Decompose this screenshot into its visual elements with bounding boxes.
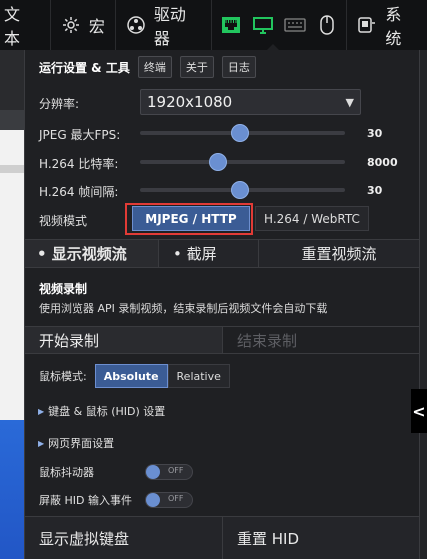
keyboard-icon[interactable]	[284, 15, 307, 35]
h264-bitrate-label: H.264 比特率:	[39, 157, 119, 171]
slider-knob[interactable]	[231, 181, 250, 199]
drive-icon	[126, 15, 146, 35]
menu-macro-label: 宏	[88, 17, 105, 36]
h264-bitrate-slider[interactable]	[140, 153, 345, 171]
jiggler-row: 鼠标抖动器 OFF	[39, 464, 193, 480]
web-settings-label: 网页界面设置	[48, 437, 115, 450]
jpeg-fps-label: JPEG 最大FPS:	[39, 128, 121, 142]
menu-system[interactable]: 系统	[347, 0, 427, 50]
gear-icon	[61, 15, 81, 35]
reset-hid-button[interactable]: 重置 HID	[222, 517, 419, 559]
reset-stream-button[interactable]: 重置视频流	[258, 240, 419, 267]
jpeg-fps-value: 30	[367, 127, 383, 140]
caret-right-icon: ▶	[38, 438, 45, 448]
top-menu-bar: 文本 宏 驱动器 系统	[0, 0, 427, 50]
slider-knob[interactable]	[231, 124, 250, 142]
jpeg-fps-slider[interactable]	[140, 124, 345, 142]
web-settings-expander[interactable]: ▶ 网页界面设置	[38, 435, 114, 451]
desktop-background-left	[0, 50, 24, 559]
monitor-settings-icon	[357, 15, 377, 35]
show-keyboard-button[interactable]: 显示虚拟键盘	[25, 517, 222, 559]
jiggler-label: 鼠标抖动器	[39, 466, 94, 479]
menu-text-label: 文本	[4, 5, 21, 48]
stream-tabs: • 显示视频流 • 截屏 重置视频流	[25, 239, 419, 268]
background-window-bar	[0, 165, 24, 173]
relative-mode-button[interactable]: Relative	[167, 364, 230, 388]
resolution-select[interactable]: 1920x1080 ▼	[140, 89, 361, 115]
resolution-label: 分辨率:	[39, 97, 80, 111]
jiggler-toggle[interactable]: OFF	[145, 464, 193, 480]
mouse-mode-row: 鼠标模式: Absolute Relative	[39, 364, 230, 388]
stop-record-button[interactable]: 结束录制	[222, 327, 419, 353]
block-hid-row: 屏蔽 HID 输入事件 OFF	[39, 492, 193, 508]
mjpeg-mode-button[interactable]: MJPEG / HTTP	[132, 206, 250, 231]
toggle-state: OFF	[168, 494, 184, 503]
recording-controls: 开始录制 结束录制	[25, 326, 419, 354]
collapse-sidebar-button[interactable]: <	[411, 389, 427, 433]
h264-mode-button[interactable]: H.264 / WebRTC	[255, 206, 369, 231]
hid-settings-expander[interactable]: ▶ 键盘 & 鼠标 (HID) 设置	[38, 403, 165, 419]
toggle-knob	[146, 465, 160, 479]
h264-gop-value: 30	[367, 184, 383, 197]
start-record-button[interactable]: 开始录制	[25, 327, 222, 353]
hid-settings-label: 键盘 & 鼠标 (HID) 设置	[48, 405, 166, 418]
about-button[interactable]: 关于	[179, 56, 214, 78]
h264-gop-label: H.264 帧间隔:	[39, 185, 119, 199]
absolute-mode-button[interactable]: Absolute	[94, 364, 168, 388]
resolution-value: 1920x1080	[147, 93, 233, 111]
slider-knob[interactable]	[208, 153, 227, 171]
menu-system-label: 系统	[385, 5, 402, 48]
chevron-down-icon: ▼	[345, 95, 354, 109]
toggle-state: OFF	[168, 466, 184, 475]
ethernet-icon[interactable]	[220, 15, 242, 35]
menu-drive[interactable]: 驱动器	[116, 0, 213, 50]
screenshot-button[interactable]: • 截屏	[158, 240, 258, 267]
menu-text[interactable]: 文本	[0, 0, 51, 50]
mouse-mode-label: 鼠标模式:	[39, 370, 87, 383]
menu-macro[interactable]: 宏	[51, 0, 116, 50]
terminal-button[interactable]: 终端	[137, 56, 172, 78]
block-hid-toggle[interactable]: OFF	[145, 492, 193, 508]
settings-header: 运行设置 & 工具 终端 关于 日志	[39, 56, 256, 78]
h264-gop-slider[interactable]	[140, 181, 345, 199]
caret-right-icon: ▶	[38, 406, 45, 416]
mouse-icon[interactable]	[316, 15, 338, 35]
recording-title: 视频录制	[39, 282, 88, 296]
status-icons	[212, 0, 348, 50]
toggle-knob	[146, 493, 160, 507]
show-stream-button[interactable]: • 显示视频流	[25, 240, 158, 267]
video-mode-label: 视频模式	[39, 214, 88, 228]
system-dropdown-panel: 运行设置 & 工具 终端 关于 日志 分辨率: 1920x1080 ▼ JPEG…	[24, 50, 420, 559]
chevron-left-icon: <	[412, 401, 426, 421]
bottom-actions: 显示虚拟键盘 重置 HID	[25, 516, 419, 559]
h264-bitrate-value: 8000	[367, 156, 398, 169]
monitor-icon[interactable]	[252, 15, 274, 35]
settings-title: 运行设置 & 工具	[39, 60, 130, 75]
log-button[interactable]: 日志	[221, 56, 256, 78]
recording-description: 使用浏览器 API 录制视频，结束录制后视频文件会自动下载	[39, 302, 328, 315]
menu-drive-label: 驱动器	[153, 5, 186, 48]
block-hid-label: 屏蔽 HID 输入事件	[39, 494, 132, 507]
video-mode-toggle: MJPEG / HTTP H.264 / WebRTC	[128, 206, 369, 231]
